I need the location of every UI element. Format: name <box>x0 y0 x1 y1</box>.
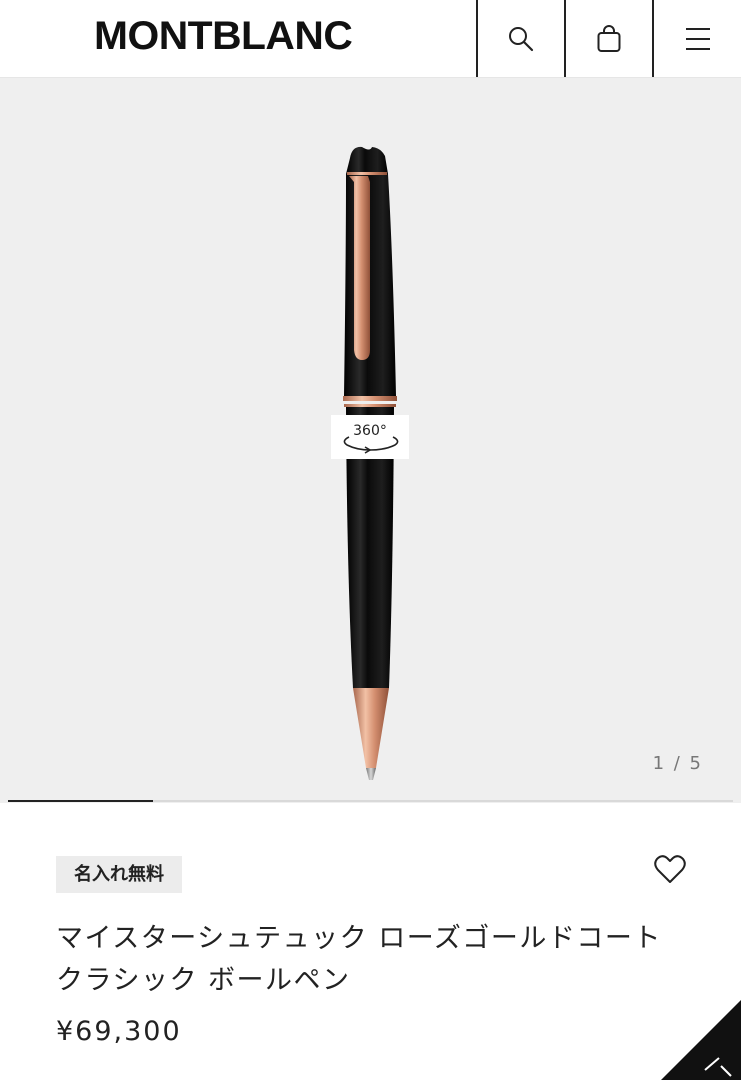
badge-360-text: 360° <box>353 423 387 439</box>
product-price: ¥69,300 <box>56 1016 182 1047</box>
gallery-progress-bar <box>8 800 733 802</box>
search-icon <box>508 26 533 51</box>
product-title: マイスターシュテュック ローズゴールドコート クラシック ボールペン <box>56 923 662 996</box>
product-image-gallery[interactable]: 360° 1 / 5 <box>0 78 741 803</box>
site-header: MONTBLANC <box>0 0 741 78</box>
shopping-bag-button[interactable] <box>564 0 651 77</box>
view-360-button[interactable]: 360° <box>331 415 409 459</box>
search-button[interactable] <box>476 0 563 77</box>
free-engraving-badge: 名入れ無料 <box>56 856 182 893</box>
montblanc-logo[interactable]: MONTBLANC <box>94 14 353 58</box>
rotate-360-icon: 360° <box>343 423 399 454</box>
heart-icon[interactable] <box>653 852 687 886</box>
menu-button[interactable] <box>652 0 741 77</box>
gallery-progress-fill <box>8 800 153 802</box>
shopping-bag-icon <box>597 24 620 52</box>
floating-corner-tab[interactable] <box>661 1000 741 1080</box>
slide-counter: 1 / 5 <box>652 753 703 774</box>
hamburger-menu-icon <box>685 27 710 50</box>
